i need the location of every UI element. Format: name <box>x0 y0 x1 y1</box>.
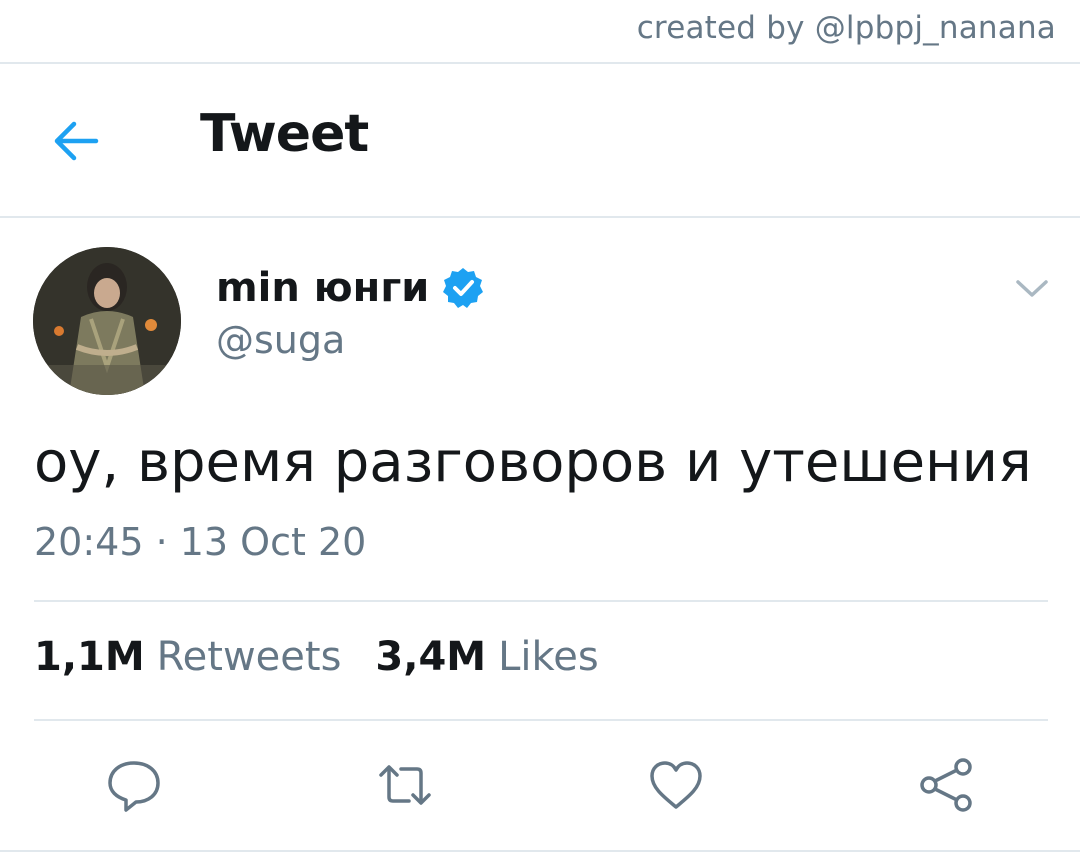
header-divider <box>0 216 1080 218</box>
retweet-button[interactable] <box>375 755 435 815</box>
avatar[interactable] <box>33 247 181 395</box>
like-button[interactable] <box>646 755 706 815</box>
stats-bottom-divider <box>34 719 1048 721</box>
bottom-divider <box>0 850 1080 852</box>
author-name-row: min юнги <box>216 258 485 318</box>
chevron-down-icon[interactable] <box>1014 276 1050 300</box>
author-handle[interactable]: @suga <box>216 318 345 362</box>
likes-count[interactable]: 3,4M <box>375 634 486 680</box>
retweet-icon <box>379 765 431 805</box>
page-title: Tweet <box>200 104 369 164</box>
stats-top-divider <box>34 600 1048 602</box>
arrow-left-icon <box>54 121 99 161</box>
back-button[interactable] <box>46 110 108 172</box>
verified-badge-icon <box>443 268 484 308</box>
tweet-text: оу, время разговоров и утешения <box>34 430 1032 495</box>
share-icon <box>920 758 972 812</box>
header-bar: Tweet <box>0 64 1080 216</box>
avatar-photo <box>33 247 181 395</box>
tweet-timestamp: 20:45 · 13 Oct 20 <box>34 520 367 564</box>
retweets-label[interactable]: Retweets <box>157 634 342 680</box>
display-name[interactable]: min юнги <box>216 265 429 311</box>
reply-button[interactable] <box>104 755 164 815</box>
like-icon <box>650 761 702 809</box>
tweet-stats: 1,1M Retweets 3,4M Likes <box>34 634 633 680</box>
watermark: created by @lpbpj_nanana <box>636 10 1056 46</box>
share-button[interactable] <box>917 755 977 815</box>
likes-label[interactable]: Likes <box>498 634 599 680</box>
reply-icon <box>108 761 160 812</box>
retweets-count[interactable]: 1,1M <box>34 634 145 680</box>
